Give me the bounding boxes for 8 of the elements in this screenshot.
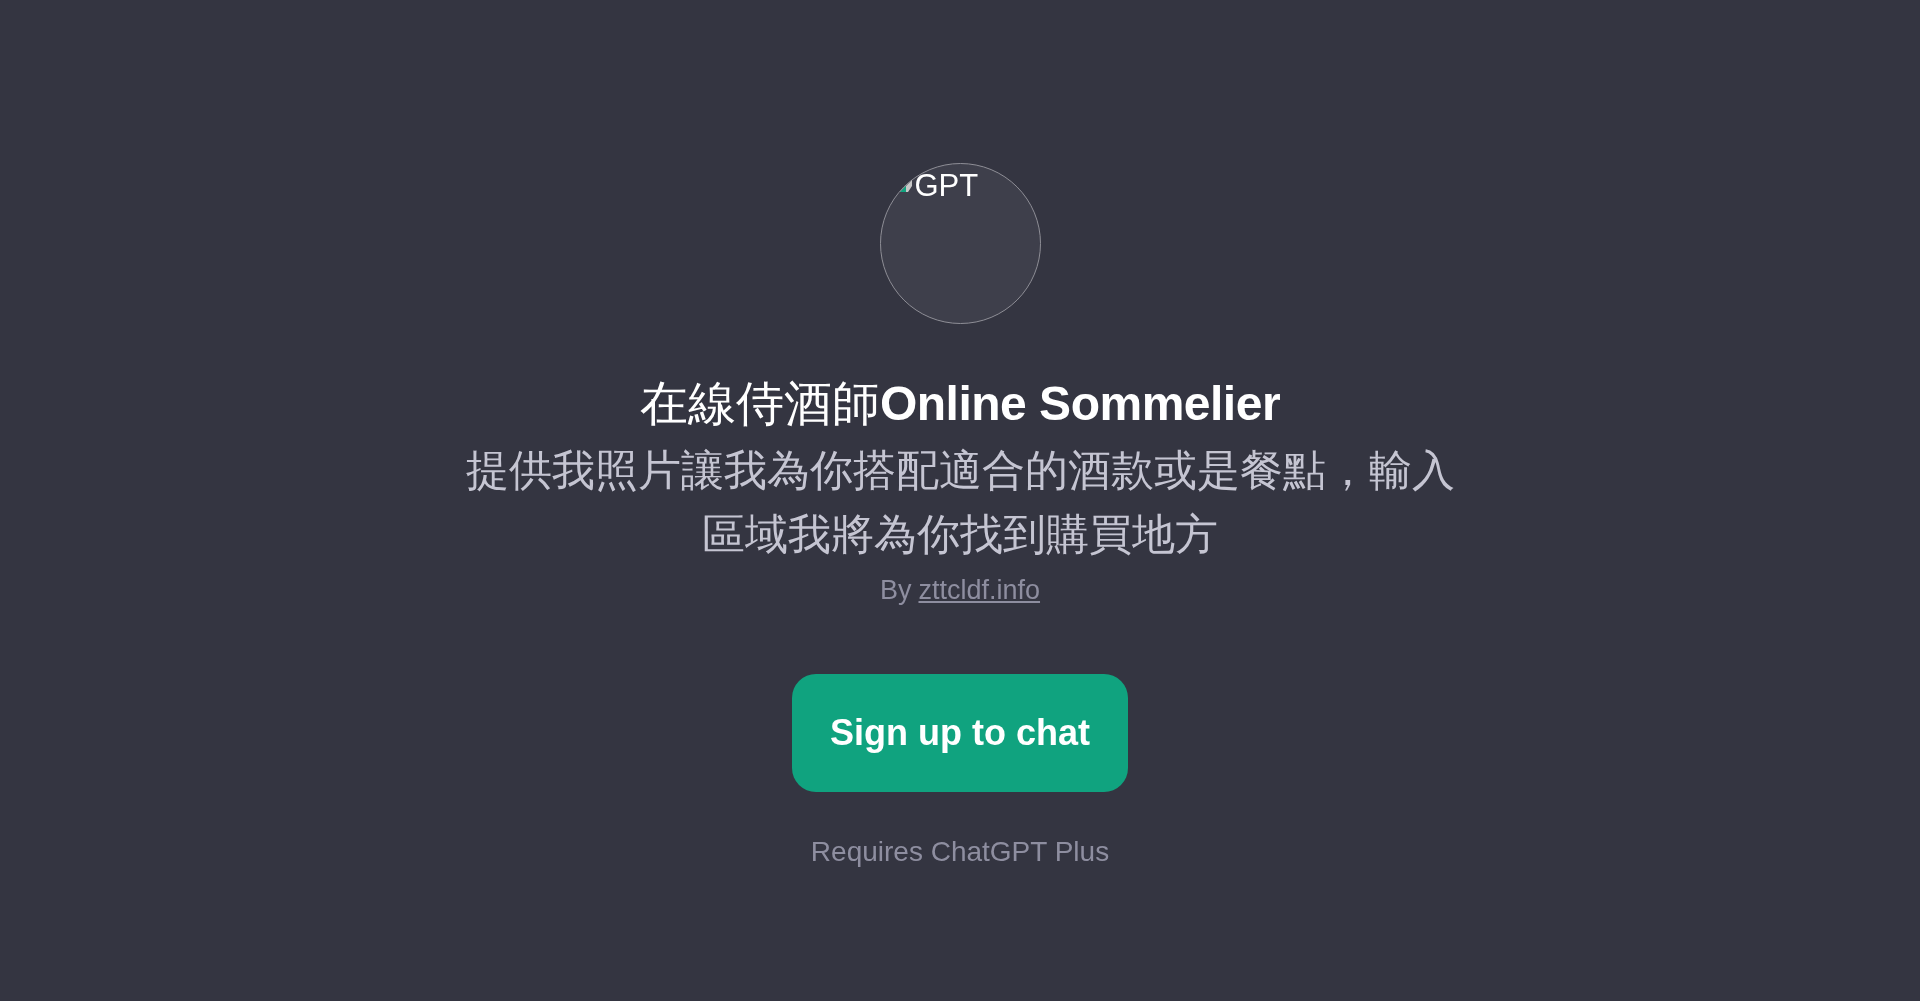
author-label: By bbox=[879, 574, 912, 607]
requirement-note: Requires ChatGPT Plus bbox=[810, 835, 1110, 869]
avatar-alt-text: GPT bbox=[914, 170, 979, 201]
gpt-title: 在線侍酒師 bbox=[639, 376, 880, 432]
author-link[interactable]: zttcldf.info bbox=[918, 572, 1041, 608]
gpt-description: 提供我照片讓我為你搭配適合的酒款或是餐點，輸入區域我將為你找到購買地方 bbox=[464, 445, 1456, 560]
gpt-title-english: Online Sommelier bbox=[879, 376, 1281, 432]
signup-button[interactable]: Sign up to chat bbox=[792, 674, 1128, 792]
